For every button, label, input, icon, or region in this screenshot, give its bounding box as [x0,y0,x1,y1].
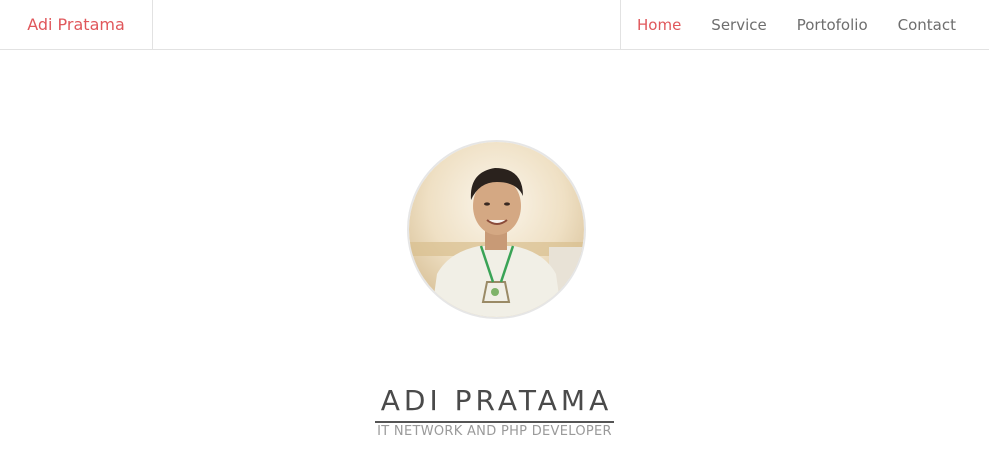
nav-menu: Home Service Portofolio Contact [620,0,956,49]
brand-link[interactable]: Adi Pratama [0,0,153,49]
top-navbar: Adi Pratama Home Service Portofolio Cont… [0,0,989,50]
nav-item-contact[interactable]: Contact [898,16,956,34]
profile-photo [407,140,586,319]
nav-item-portofolio[interactable]: Portofolio [797,16,868,34]
nav-item-home[interactable]: Home [637,16,681,34]
hero-name-text: ADI PRATAMA [374,382,615,423]
profile-photo-illustration [409,142,584,317]
hero-name-heading: ADI PRATAMA [0,380,989,423]
nav-item-service[interactable]: Service [711,16,766,34]
hero-subtitle: IT NETWORK AND PHP DEVELOPER [377,424,612,439]
